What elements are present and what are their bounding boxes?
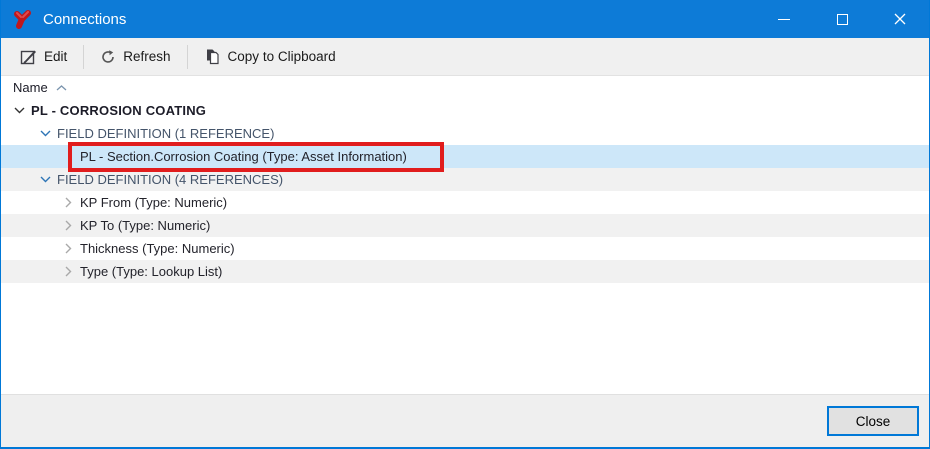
copy-to-clipboard-button-label: Copy to Clipboard (228, 49, 336, 64)
tree-row[interactable]: Type (Type: Lookup List) (1, 260, 929, 283)
chevron-right-icon[interactable] (62, 197, 74, 209)
app-logo-icon (10, 7, 34, 31)
tree-row-label: KP To (Type: Numeric) (80, 218, 210, 233)
toolbar: Edit Refresh Copy to Clipboard (1, 38, 929, 76)
tree-row[interactable]: PL - CORROSION COATING (1, 99, 929, 122)
sort-ascending-icon (56, 85, 67, 91)
window-title: Connections (43, 11, 126, 28)
tree-row-label: Thickness (Type: Numeric) (80, 241, 235, 256)
tree-row[interactable]: KP To (Type: Numeric) (1, 214, 929, 237)
chevron-right-icon[interactable] (62, 220, 74, 232)
refresh-button[interactable]: Refresh (89, 42, 181, 72)
tree-row[interactable]: Thickness (Type: Numeric) (1, 237, 929, 260)
refresh-icon (100, 49, 116, 65)
column-header-label: Name (13, 80, 48, 95)
edit-icon (20, 48, 37, 65)
chevron-spacer (62, 151, 74, 163)
refresh-button-label: Refresh (123, 49, 170, 64)
footer-bar: Close (1, 394, 929, 447)
connections-tree: PL - CORROSION COATING FIELD DEFINITION … (1, 99, 929, 394)
window-controls (755, 0, 929, 38)
tree-row-label: FIELD DEFINITION (1 REFERENCE) (57, 126, 274, 141)
minimize-icon (778, 19, 790, 20)
tree-row[interactable]: FIELD DEFINITION (1 REFERENCE) (1, 122, 929, 145)
chevron-down-icon[interactable] (13, 105, 25, 117)
chevron-right-icon[interactable] (62, 243, 74, 255)
copy-icon (204, 48, 221, 65)
close-window-button[interactable] (871, 0, 929, 38)
tree-row[interactable]: PL - Section.Corrosion Coating (Type: As… (1, 145, 929, 168)
toolbar-separator (83, 45, 84, 69)
connections-dialog: Connections Edit R (0, 0, 930, 449)
tree-row-label: PL - Section.Corrosion Coating (Type: As… (80, 149, 407, 164)
tree-row-label: KP From (Type: Numeric) (80, 195, 227, 210)
tree-row[interactable]: KP From (Type: Numeric) (1, 191, 929, 214)
tree-row-label: Type (Type: Lookup List) (80, 264, 222, 279)
tree-row-label: PL - CORROSION COATING (31, 103, 206, 118)
maximize-button[interactable] (813, 0, 871, 38)
column-header-name[interactable]: Name (1, 76, 929, 99)
tree-row[interactable]: FIELD DEFINITION (4 REFERENCES) (1, 168, 929, 191)
minimize-button[interactable] (755, 0, 813, 38)
tree-row-label: FIELD DEFINITION (4 REFERENCES) (57, 172, 283, 187)
edit-button-label: Edit (44, 49, 67, 64)
edit-button[interactable]: Edit (9, 41, 78, 72)
chevron-right-icon[interactable] (62, 266, 74, 278)
copy-to-clipboard-button[interactable]: Copy to Clipboard (193, 41, 347, 72)
tree-rows: PL - CORROSION COATING FIELD DEFINITION … (1, 99, 929, 283)
chevron-down-icon[interactable] (39, 174, 51, 186)
titlebar: Connections (1, 0, 929, 38)
maximize-icon (837, 14, 848, 25)
chevron-down-icon[interactable] (39, 128, 51, 140)
close-icon (894, 13, 906, 25)
toolbar-separator (187, 45, 188, 69)
close-button[interactable]: Close (827, 406, 919, 436)
